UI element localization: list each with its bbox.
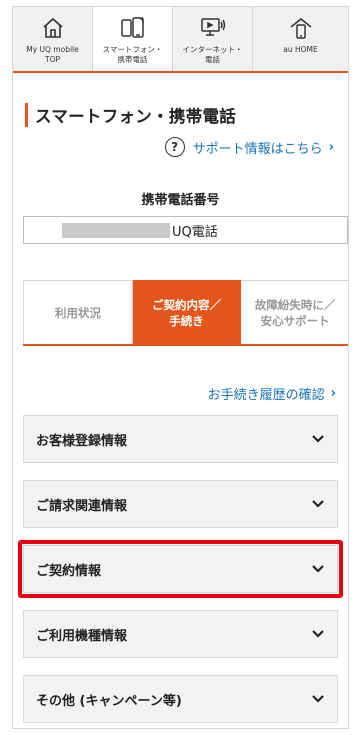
tab-support[interactable]: 故障紛失時に／ 安心サポート [241, 280, 348, 344]
accordion-label: ご利用機種情報 [36, 628, 128, 644]
accordion-label: その他 (キャンペーン等) [36, 693, 182, 709]
support-info-link[interactable]: ? サポート情報はこちら › [13, 137, 334, 157]
nav-item-smartphone[interactable]: スマートフォン・ 携帯電話 [93, 7, 173, 71]
au-home-icon [288, 15, 314, 41]
question-circle-icon: ? [164, 137, 185, 157]
info-accordion: お客様登録情報 ご請求関連情報 ご契約情報 ご利用機種情報 その他 (キャンペー… [18, 415, 343, 723]
chevron-down-icon [311, 627, 325, 641]
support-link-label: サポート情報はこちら [192, 141, 323, 157]
chevron-down-icon [311, 692, 325, 706]
accordion-label: ご契約情報 [36, 563, 102, 579]
chevron-down-icon [311, 497, 325, 511]
accordion-billing-info[interactable]: ご請求関連情報 [23, 480, 338, 528]
tab-usage-status[interactable]: 利用状況 [23, 280, 133, 344]
accordion-label: お客様登録情報 [36, 433, 128, 449]
phone-number-label: 携帯電話番号 [141, 193, 220, 208]
redacted-phone-number [62, 222, 170, 238]
nav-label: au HOME [283, 45, 318, 54]
accordion-label: ご請求関連情報 [36, 498, 128, 514]
chevron-down-icon [311, 432, 325, 446]
nav-item-my-uq-top[interactable]: My UQ mobile TOP [13, 7, 93, 71]
page-title-text: スマートフォン・携帯電話 [35, 107, 237, 126]
accordion-contract-info[interactable]: ご契約情報 [18, 540, 343, 598]
internet-icon [200, 15, 226, 41]
chevron-down-icon [311, 562, 325, 576]
phone-line-name: UQ電話 [172, 224, 218, 240]
nav-item-internet[interactable]: インターネット・ 電話 [173, 7, 253, 71]
tab-contract-details[interactable]: ご契約内容／ 手続き [132, 280, 242, 344]
history-link-label: お手続き履歴の確認 [207, 388, 325, 403]
phone-number-select[interactable]: UQ電話 [23, 216, 348, 244]
accordion-customer-registration[interactable]: お客様登録情報 [23, 415, 338, 463]
smartphone-icon [120, 15, 146, 41]
accordion-device-info[interactable]: ご利用機種情報 [23, 610, 338, 658]
nav-label: My UQ mobile TOP [26, 45, 79, 64]
page-title: スマートフォン・携帯電話 [25, 103, 348, 127]
nav-label: スマートフォン・ 携帯電話 [102, 45, 163, 64]
chevron-right-icon: › [328, 139, 334, 155]
nav-label: インターネット・ 電話 [182, 45, 243, 64]
top-navigation: My UQ mobile TOP スマートフォン・ 携帯電話 インターネット・ … [13, 7, 348, 73]
procedure-history-link[interactable]: お手続き履歴の確認 › [13, 384, 336, 403]
app-frame: My UQ mobile TOP スマートフォン・ 携帯電話 インターネット・ … [12, 6, 349, 729]
chevron-right-icon: › [330, 386, 336, 401]
home-icon [40, 15, 66, 41]
nav-item-au-home[interactable]: au HOME [253, 7, 348, 71]
contract-tabs: 利用状況 ご契約内容／ 手続き 故障紛失時に／ 安心サポート [23, 280, 348, 346]
accordion-other-campaigns[interactable]: その他 (キャンペーン等) [23, 675, 338, 723]
